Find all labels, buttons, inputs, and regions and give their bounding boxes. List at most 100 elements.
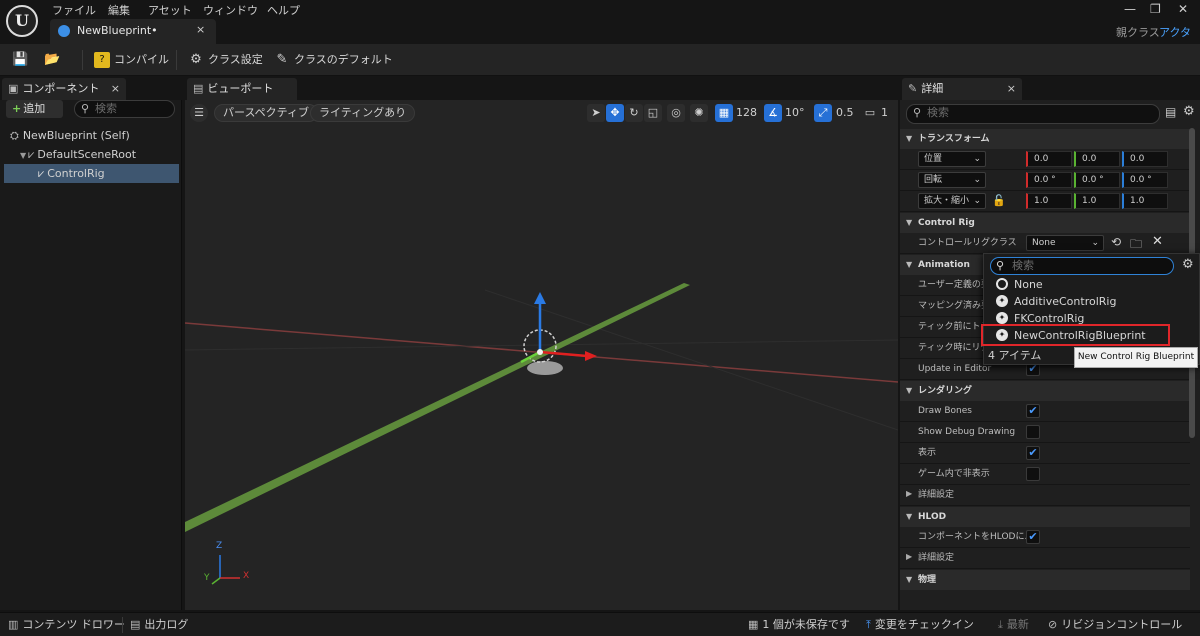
perspective-button[interactable]: パースペクティブ xyxy=(214,104,319,122)
components-search-input[interactable]: ⚲ 検索 xyxy=(74,100,175,118)
compile-button[interactable]: ? コンパイル xyxy=(94,50,169,70)
folder-search-icon: 📂 xyxy=(44,52,61,67)
rotation-y-field[interactable]: 0.0 ° xyxy=(1074,172,1120,188)
collapse-arrow-icon: ▼ xyxy=(906,512,913,521)
tab-label: NewBlueprint• xyxy=(77,24,158,37)
rotate-icon: ↻ xyxy=(629,106,639,119)
section-physics[interactable]: ▼ 物理 xyxy=(900,570,1190,590)
section-control-rig[interactable]: ▼ Control Rig xyxy=(900,213,1190,233)
viewport-options-button[interactable]: ☰ xyxy=(190,104,208,122)
sync-latest-button[interactable]: ⤓ 最新 xyxy=(998,617,1029,633)
menu-help[interactable]: ヘルプ xyxy=(267,2,300,18)
browse-button[interactable]: 📂 xyxy=(44,50,64,70)
settings-gear-icon[interactable]: ⚙ xyxy=(1183,104,1195,119)
scale-mode-button[interactable]: ◱ xyxy=(644,104,662,122)
scale-z-field[interactable]: 1.0 xyxy=(1122,193,1168,209)
rotate-mode-button[interactable]: ↻ xyxy=(625,104,643,122)
show-debug-drawing-checkbox[interactable] xyxy=(1026,425,1040,439)
section-hlod[interactable]: ▼ HLOD xyxy=(900,507,1190,527)
parent-class-link[interactable]: アクタ xyxy=(1159,24,1191,40)
grid-snap-button[interactable]: ▦ xyxy=(715,104,733,122)
tab-components[interactable]: ▣ コンポーネント × xyxy=(2,78,126,100)
section-transform[interactable]: ▼ トランスフォーム xyxy=(900,129,1190,149)
components-close-button[interactable]: × xyxy=(111,78,120,100)
menu-asset[interactable]: アセット xyxy=(148,2,192,18)
output-log-button[interactable]: ▤ 出力ログ xyxy=(130,617,188,633)
tree-item-default-scene-root[interactable]: ▼ ⩗ DefaultSceneRoot xyxy=(4,145,179,164)
tree-item-label: NewBlueprint (Self) xyxy=(22,129,130,142)
class-defaults-button[interactable]: ✎ クラスのデフォルト xyxy=(274,50,393,70)
add-label: 追加 xyxy=(23,102,46,115)
tree-item-control-rig[interactable]: ⩗ ControlRig xyxy=(4,164,179,183)
scale-x-field[interactable]: 1.0 xyxy=(1026,193,1072,209)
translate-mode-button[interactable]: ✥ xyxy=(606,104,624,122)
tab-close-button[interactable]: × xyxy=(196,23,205,36)
revision-label: リビジョンコントロール xyxy=(1061,618,1183,631)
hidden-in-game-checkbox[interactable] xyxy=(1026,467,1040,481)
scale-dropdown[interactable]: 拡大・縮小 ⌄ xyxy=(918,193,986,209)
visible-checkbox[interactable]: ✔ xyxy=(1026,446,1040,460)
tab-new-blueprint[interactable]: NewBlueprint• × xyxy=(50,19,216,44)
control-rig-class-dropdown[interactable]: None ⌄ xyxy=(1026,235,1104,251)
use-selected-icon[interactable]: ⟲ xyxy=(1111,235,1121,249)
location-y-field[interactable]: 0.0 xyxy=(1074,151,1120,167)
menu-edit[interactable]: 編集 xyxy=(108,2,130,18)
details-search-input[interactable]: ⚲ 検索 xyxy=(906,104,1160,124)
picker-item-count: 4 アイテム xyxy=(988,349,1042,362)
select-mode-button[interactable]: ➤ xyxy=(587,104,605,122)
camera-speed-value[interactable]: 1 xyxy=(881,104,888,122)
tab-details[interactable]: ✎ 詳細 × xyxy=(902,78,1022,100)
details-close-button[interactable]: × xyxy=(1007,78,1016,100)
checkin-button[interactable]: ⤒ 変更をチェックイン xyxy=(866,617,974,633)
picker-search-input[interactable]: ⚲ 検索 xyxy=(990,257,1174,275)
class-settings-button[interactable]: ⚙ クラス設定 xyxy=(188,50,263,70)
save-button[interactable]: 💾 xyxy=(12,50,32,70)
hlod-checkbox[interactable]: ✔ xyxy=(1026,530,1040,544)
viewport-canvas[interactable]: Z Y X xyxy=(185,100,898,610)
picker-settings-icon[interactable]: ⚙ xyxy=(1182,257,1194,272)
scale-y-field[interactable]: 1.0 xyxy=(1074,193,1120,209)
rotation-x-field[interactable]: 0.0 ° xyxy=(1026,172,1072,188)
scale-snap-button[interactable]: ⤢ xyxy=(814,104,832,122)
revision-icon: ⊘ xyxy=(1048,618,1058,631)
world-local-button[interactable]: ◎ xyxy=(667,104,685,122)
section-rendering[interactable]: ▼ レンダリング xyxy=(900,381,1190,401)
revision-control-button[interactable]: ⊘ リビジョンコントロール xyxy=(1048,617,1182,633)
menu-window[interactable]: ウィンドウ xyxy=(203,2,258,18)
grid-size-value[interactable]: 128 xyxy=(736,104,757,122)
rotation-snap-button[interactable]: ∡ xyxy=(764,104,782,122)
row-rendering-advanced[interactable]: ▶ 詳細設定 xyxy=(900,485,1190,506)
unreal-logo-icon[interactable]: U xyxy=(6,5,38,37)
control-rig-icon: ⩗ xyxy=(38,167,45,180)
maximize-button[interactable]: ❐ xyxy=(1150,2,1161,16)
minimize-button[interactable]: — xyxy=(1124,2,1136,16)
scale-snap-value[interactable]: 0.5 xyxy=(836,104,854,122)
location-z-field[interactable]: 0.0 xyxy=(1122,151,1168,167)
lighting-button[interactable]: ライティングあり xyxy=(310,104,416,122)
row-hlod-advanced[interactable]: ▶ 詳細設定 xyxy=(900,548,1190,569)
tab-viewport[interactable]: ▤ ビューポート xyxy=(187,78,297,100)
surface-snap-button[interactable]: ✺ xyxy=(690,104,708,122)
location-x-field[interactable]: 0.0 xyxy=(1026,151,1072,167)
clear-icon[interactable]: ✕ xyxy=(1152,234,1163,249)
details-pencil-icon: ✎ xyxy=(908,82,918,95)
lock-icon[interactable]: 🔓 xyxy=(992,194,1006,207)
location-dropdown[interactable]: 位置 ⌄ xyxy=(918,151,986,167)
menu-file[interactable]: ファイル xyxy=(52,2,96,18)
close-window-button[interactable]: ✕ xyxy=(1178,2,1188,16)
content-drawer-button[interactable]: ▥ コンテンツ ドロワー xyxy=(8,617,125,633)
camera-speed-button[interactable]: ▭ xyxy=(861,104,879,122)
collapse-arrow-icon[interactable]: ▼ xyxy=(20,151,26,160)
draw-bones-checkbox[interactable]: ✔ xyxy=(1026,404,1040,418)
unsaved-icon: ▦ xyxy=(748,618,759,631)
rotation-snap-value[interactable]: 10° xyxy=(785,104,805,122)
picker-option-none[interactable]: None xyxy=(990,276,1190,293)
picker-option-additive[interactable]: ✦ AdditiveControlRig xyxy=(990,293,1190,310)
unsaved-button[interactable]: ▦ 1 個が未保存です xyxy=(748,617,850,633)
rotation-dropdown[interactable]: 回転 ⌄ xyxy=(918,172,986,188)
tree-item-self[interactable]: ⛭ NewBlueprint (Self) xyxy=(4,126,179,145)
rotation-z-field[interactable]: 0.0 ° xyxy=(1122,172,1168,188)
scale-icon: ◱ xyxy=(647,106,659,119)
table-view-icon[interactable]: ▤ xyxy=(1165,105,1176,119)
add-component-button[interactable]: + 追加 xyxy=(6,100,63,118)
